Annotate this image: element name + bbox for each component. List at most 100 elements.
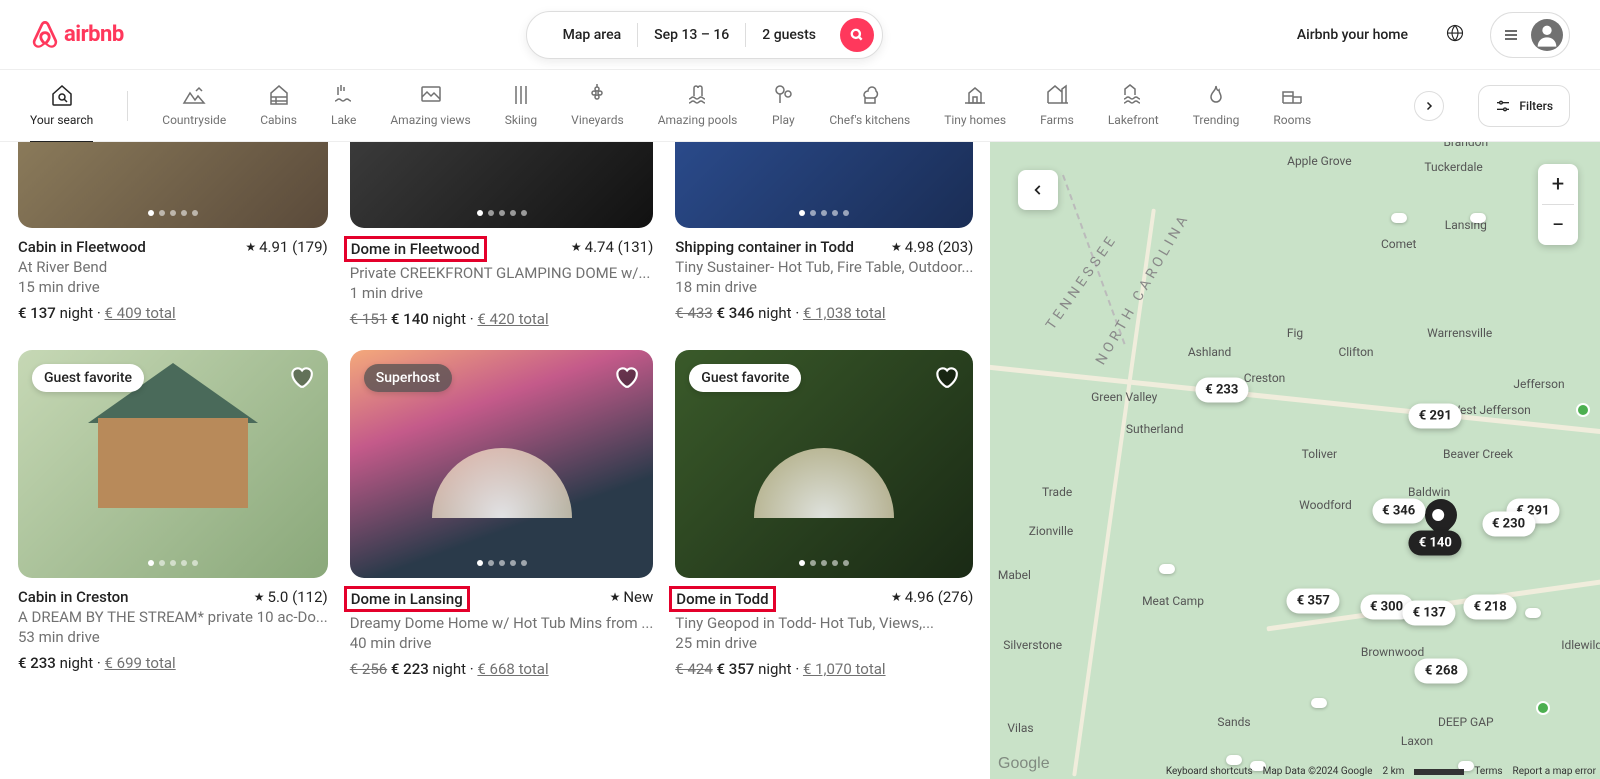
cabin-icon: [267, 83, 291, 107]
listing-badge: Superhost: [364, 364, 452, 392]
user-menu[interactable]: [1490, 12, 1570, 58]
listing-card[interactable]: Dome in Fleetwood★ 4.74 (131)Private CRE…: [350, 142, 654, 328]
map-tiny-marker[interactable]: [1470, 213, 1486, 223]
category-trending[interactable]: Trending: [1193, 83, 1240, 143]
listing-drive-time: 18 min drive: [675, 278, 973, 296]
listing-card[interactable]: Guest favoriteCabin in Creston★ 5.0 (112…: [18, 350, 328, 678]
listing-photo[interactable]: [675, 142, 973, 228]
map-tiny-marker[interactable]: [1159, 564, 1175, 574]
map-price-marker[interactable]: € 140: [1409, 531, 1462, 556]
photo-dots[interactable]: [477, 560, 527, 566]
map-zoom-controls: +−: [1538, 164, 1578, 245]
category-lake[interactable]: Lake: [331, 83, 356, 143]
map-place-label: Clifton: [1338, 345, 1373, 359]
map-tiny-marker[interactable]: [1311, 698, 1327, 708]
category-play[interactable]: Play: [771, 83, 795, 143]
map-place-label: Trade: [1042, 485, 1072, 499]
map-place-label: Creston: [1244, 371, 1286, 385]
map-price-marker[interactable]: € 233: [1195, 378, 1248, 403]
map-place-label: Jefferson: [1513, 377, 1564, 391]
category-farms[interactable]: Farms: [1040, 83, 1074, 143]
category-lakefront[interactable]: Lakefront: [1108, 83, 1159, 143]
photo-dots[interactable]: [799, 210, 849, 216]
category-vineyards[interactable]: Vineyards: [571, 83, 624, 143]
map-place-label: Brownwood: [1361, 645, 1424, 659]
terms-link[interactable]: Terms: [1474, 766, 1502, 777]
map-price-marker[interactable]: € 268: [1415, 658, 1468, 683]
listing-photo[interactable]: Guest favorite: [18, 350, 328, 578]
search-dates[interactable]: Sep 13 – 16: [638, 27, 745, 43]
search-pill[interactable]: Map area Sep 13 – 16 2 guests: [526, 11, 883, 59]
category-amazing-views[interactable]: Amazing views: [390, 83, 470, 143]
category-chefs-kitchens[interactable]: Chef's kitchens: [829, 83, 910, 143]
filters-button[interactable]: Filters: [1478, 85, 1570, 127]
vineyard-icon: [585, 83, 609, 107]
listing-description: Private CREEKFRONT GLAMPING DOME w/...: [350, 264, 654, 282]
photo-dots[interactable]: [477, 210, 527, 216]
category-cabins[interactable]: Cabins: [260, 83, 297, 143]
map-price-marker[interactable]: € 346: [1372, 499, 1425, 524]
listing-rating: ★ 5.0 (112): [254, 588, 328, 606]
category-skiing[interactable]: Skiing: [505, 83, 537, 143]
listing-card[interactable]: Cabin in Fleetwood★ 4.91 (179)At River B…: [18, 142, 328, 328]
listing-photo[interactable]: Guest favorite: [675, 350, 973, 578]
listing-description: Dreamy Dome Home w/ Hot Tub Mins from ..…: [350, 614, 654, 632]
search-button[interactable]: [840, 18, 874, 52]
listing-photo[interactable]: [350, 142, 654, 228]
play-icon: [771, 83, 795, 107]
listing-price: € 256 € 223 night · € 668 total: [350, 660, 654, 678]
wishlist-heart[interactable]: [933, 364, 959, 390]
map-price-marker[interactable]: € 137: [1403, 601, 1456, 626]
category-your-search[interactable]: Your search: [30, 83, 93, 143]
listing-card[interactable]: Guest favoriteDome in Todd★ 4.96 (276)Ti…: [675, 350, 973, 678]
views-icon: [419, 83, 443, 107]
listing-photo[interactable]: [18, 142, 328, 228]
map-price-marker[interactable]: € 357: [1287, 588, 1340, 613]
map-price-marker[interactable]: € 230: [1482, 512, 1535, 537]
map-tiny-marker[interactable]: [1391, 213, 1407, 223]
listing-description: A DREAM BY THE STREAM* private 10 ac-Do.…: [18, 608, 328, 626]
map-collapse-button[interactable]: [1018, 170, 1058, 210]
airbnb-logo-icon: [30, 19, 60, 51]
logo[interactable]: airbnb: [30, 19, 124, 51]
photo-dots[interactable]: [148, 560, 198, 566]
listing-badge: Guest favorite: [32, 364, 144, 392]
map-tiny-marker[interactable]: [1525, 608, 1541, 618]
category-amazing-pools[interactable]: Amazing pools: [658, 83, 738, 143]
map-price-marker[interactable]: € 291: [1409, 403, 1462, 428]
zoom-out-button[interactable]: −: [1538, 205, 1578, 245]
category-countryside[interactable]: Countryside: [162, 83, 226, 143]
listing-photo[interactable]: Superhost: [350, 350, 654, 578]
report-map-error-link[interactable]: Report a map error: [1513, 766, 1596, 777]
map-poi-marker[interactable]: [1536, 701, 1550, 715]
map-tiny-marker[interactable]: [1226, 755, 1242, 765]
search-area[interactable]: Map area: [547, 27, 638, 43]
category-rooms[interactable]: Rooms: [1273, 83, 1311, 143]
host-link[interactable]: Airbnb your home: [1285, 15, 1420, 55]
listing-card[interactable]: Shipping container in Todd★ 4.98 (203)Ti…: [675, 142, 973, 328]
category-tiny-homes[interactable]: Tiny homes: [944, 83, 1006, 143]
listing-rating: ★ 4.98 (203): [891, 238, 973, 256]
keyboard-shortcuts-link[interactable]: Keyboard shortcuts: [1166, 766, 1253, 777]
search-icon: [850, 28, 864, 42]
trending-icon: [1204, 83, 1228, 107]
farm-icon: [1045, 83, 1069, 107]
countryside-icon: [182, 83, 206, 107]
header-right: Airbnb your home: [1285, 12, 1570, 58]
map-price-marker[interactable]: € 218: [1464, 595, 1517, 620]
language-button[interactable]: [1434, 12, 1476, 58]
listing-card[interactable]: SuperhostDome in Lansing★ NewDreamy Dome…: [350, 350, 654, 678]
map-poi-marker[interactable]: [1576, 403, 1590, 417]
listing-rating: ★ 4.91 (179): [245, 238, 327, 256]
listings-panel[interactable]: Cabin in Fleetwood★ 4.91 (179)At River B…: [0, 142, 990, 779]
zoom-in-button[interactable]: +: [1538, 164, 1578, 204]
search-guests[interactable]: 2 guests: [746, 27, 832, 43]
wishlist-heart[interactable]: [613, 364, 639, 390]
tiny-home-icon: [963, 83, 987, 107]
wishlist-heart[interactable]: [288, 364, 314, 390]
listing-rating: ★ New: [610, 588, 654, 606]
category-scroll-right[interactable]: [1414, 91, 1444, 121]
map-panel[interactable]: Apple GroveBrandonTuckerdaleLansingComet…: [990, 142, 1600, 779]
photo-dots[interactable]: [799, 560, 849, 566]
photo-dots[interactable]: [148, 210, 198, 216]
